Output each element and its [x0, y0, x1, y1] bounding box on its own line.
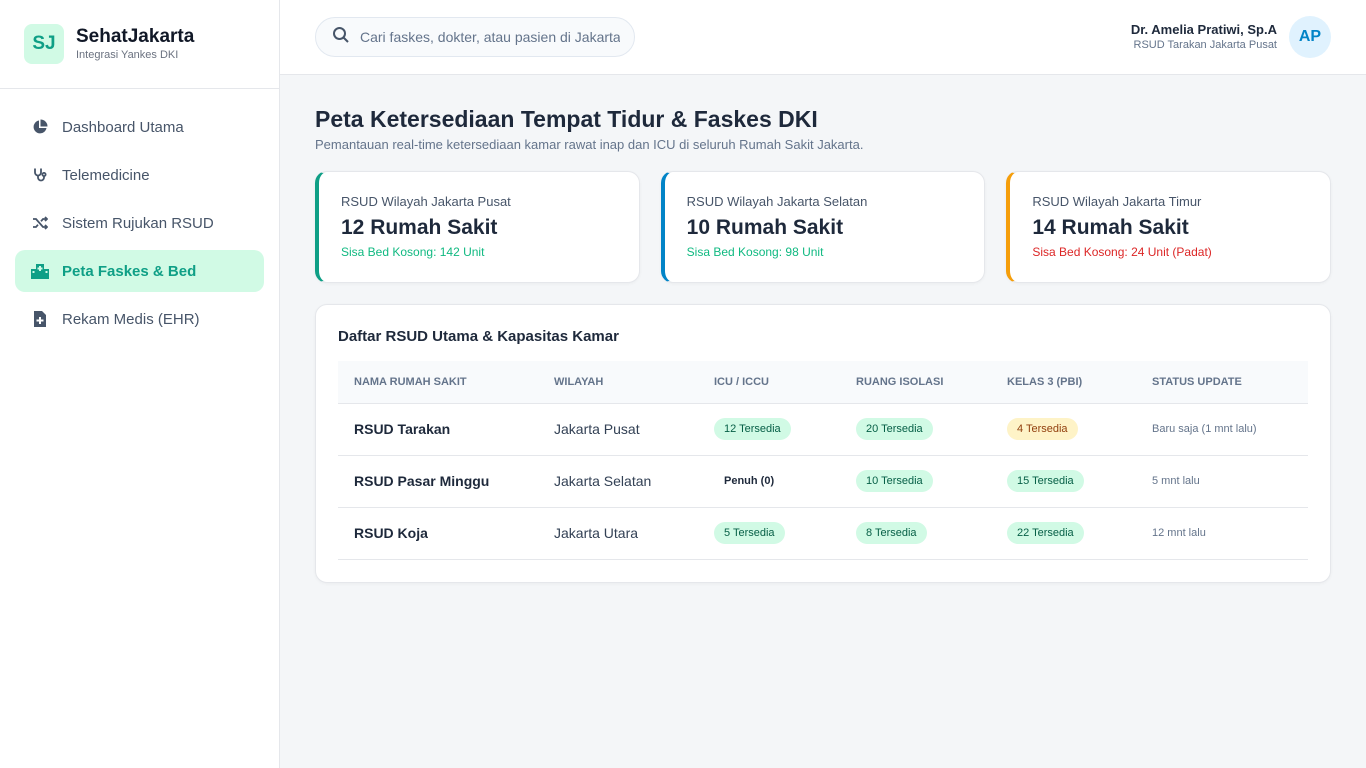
- table-row[interactable]: RSUD Tarakan Jakarta Pusat 12 Tersedia 2…: [338, 403, 1308, 456]
- sidebar-item-label: Rekam Medis (EHR): [62, 310, 200, 328]
- card-note: Sisa Bed Kosong: 24 Unit (Padat): [1032, 245, 1212, 259]
- hospital-icon: [30, 261, 50, 281]
- user-role: RSUD Tarakan Jakarta Pusat: [1133, 39, 1277, 51]
- column-header: ICU / ICCU: [698, 361, 840, 404]
- icu-status-badge: Penuh (0): [724, 475, 775, 487]
- sidebar-item-label: Peta Faskes & Bed: [62, 262, 197, 280]
- table-row[interactable]: RSUD Pasar Minggu Jakarta Selatan Penuh …: [338, 455, 1308, 508]
- brand: SJ SehatJakarta Integrasi Yankes DKI: [0, 0, 279, 89]
- user-text: Dr. Amelia Pratiwi, Sp.A RSUD Tarakan Ja…: [1131, 22, 1277, 52]
- class3-status-badge: 4 Tersedia: [1007, 418, 1078, 440]
- search-box: [315, 17, 635, 57]
- hospital-name: RSUD Tarakan: [338, 403, 538, 456]
- search-icon: [332, 26, 350, 49]
- column-header: Status Update: [1136, 361, 1308, 404]
- table-header-row: Nama Rumah Sakit Wilayah ICU / ICCU Ruan…: [338, 361, 1308, 404]
- hospital-region: Jakarta Selatan: [538, 455, 698, 508]
- sidebar-item-facility-map[interactable]: Peta Faskes & Bed: [15, 250, 264, 292]
- column-header: Nama Rumah Sakit: [338, 361, 538, 404]
- sidebar-item-label: Sistem Rujukan RSUD: [62, 214, 214, 232]
- column-header: Wilayah: [538, 361, 698, 404]
- sidebar-item-telemedicine[interactable]: Telemedicine: [15, 154, 264, 196]
- search-input[interactable]: [360, 29, 620, 45]
- page-title: Peta Ketersediaan Tempat Tidur & Faskes …: [315, 106, 818, 132]
- medical-file-icon: [30, 309, 50, 329]
- hospital-capacity-table: Nama Rumah Sakit Wilayah ICU / ICCU Ruan…: [338, 361, 1308, 560]
- card-value: 12 Rumah Sakit: [341, 216, 498, 239]
- sidebar-nav: Dashboard Utama Telemedicine Sistem Ruju…: [0, 89, 279, 340]
- column-header: Ruang Isolasi: [840, 361, 991, 404]
- pie-chart-icon: [30, 117, 50, 137]
- sidebar-item-medical-records[interactable]: Rekam Medis (EHR): [15, 298, 264, 340]
- card-label: RSUD Wilayah Jakarta Selatan: [686, 194, 868, 209]
- card-note: Sisa Bed Kosong: 98 Unit: [686, 245, 824, 259]
- brand-subtitle: Integrasi Yankes DKI: [76, 49, 179, 61]
- update-time: 12 mnt lalu: [1136, 507, 1308, 560]
- user-profile[interactable]: Dr. Amelia Pratiwi, Sp.A RSUD Tarakan Ja…: [1131, 16, 1331, 58]
- summary-cards: RSUD Wilayah Jakarta Pusat 12 Rumah Saki…: [315, 171, 1332, 283]
- class3-status-badge: 22 Tersedia: [1007, 522, 1084, 544]
- card-label: RSUD Wilayah Jakarta Timur: [1032, 194, 1202, 209]
- main-content: Peta Ketersediaan Tempat Tidur & Faskes …: [315, 105, 1332, 583]
- card-note: Sisa Bed Kosong: 142 Unit: [341, 245, 485, 259]
- isolation-status-badge: 10 Tersedia: [856, 470, 933, 492]
- column-header: Kelas 3 (PBI): [991, 361, 1136, 404]
- shuffle-icon: [30, 213, 50, 233]
- hospital-region: Jakarta Pusat: [538, 403, 698, 456]
- table-title: Daftar RSUD Utama & Kapasitas Kamar: [338, 328, 619, 345]
- card-value: 10 Rumah Sakit: [686, 216, 844, 239]
- sidebar-item-dashboard[interactable]: Dashboard Utama: [15, 106, 264, 148]
- hospital-region: Jakarta Utara: [538, 507, 698, 560]
- table-row[interactable]: RSUD Koja Jakarta Utara 5 Tersedia 8 Ter…: [338, 507, 1308, 560]
- top-header: Dr. Amelia Pratiwi, Sp.A RSUD Tarakan Ja…: [280, 0, 1366, 75]
- sidebar-item-label: Telemedicine: [62, 166, 150, 184]
- icu-status-badge: 5 Tersedia: [714, 522, 785, 544]
- hospital-name: RSUD Koja: [338, 507, 538, 560]
- brand-text: SehatJakarta Integrasi Yankes DKI: [76, 26, 194, 62]
- card-label: RSUD Wilayah Jakarta Pusat: [341, 194, 511, 209]
- isolation-status-badge: 20 Tersedia: [856, 418, 933, 440]
- update-time: 5 mnt lalu: [1136, 455, 1308, 508]
- isolation-status-badge: 8 Tersedia: [856, 522, 927, 544]
- brand-name: SehatJakarta: [76, 26, 195, 47]
- card-value: 14 Rumah Sakit: [1032, 216, 1189, 239]
- stethoscope-icon: [30, 165, 50, 185]
- hospital-name: RSUD Pasar Minggu: [338, 455, 538, 508]
- sidebar: SJ SehatJakarta Integrasi Yankes DKI Das…: [0, 0, 280, 768]
- icu-status-badge: 12 Tersedia: [714, 418, 791, 440]
- user-name: Dr. Amelia Pratiwi, Sp.A: [1130, 22, 1277, 37]
- update-time: Baru saja (1 mnt lalu): [1136, 403, 1308, 456]
- summary-card: RSUD Wilayah Jakarta Timur 14 Rumah Saki…: [1006, 171, 1332, 283]
- summary-card: RSUD Wilayah Jakarta Selatan 10 Rumah Sa…: [660, 171, 986, 283]
- sidebar-item-referral[interactable]: Sistem Rujukan RSUD: [15, 202, 264, 244]
- sidebar-item-label: Dashboard Utama: [62, 118, 184, 136]
- class3-status-badge: 15 Tersedia: [1007, 470, 1084, 492]
- brand-logo: SJ: [24, 24, 64, 64]
- summary-card: RSUD Wilayah Jakarta Pusat 12 Rumah Saki…: [315, 171, 640, 283]
- avatar[interactable]: AP: [1289, 16, 1331, 58]
- page-subtitle: Pemantauan real-time ketersediaan kamar …: [315, 137, 864, 152]
- hospital-table-card: Daftar RSUD Utama & Kapasitas Kamar Nama…: [315, 304, 1331, 583]
